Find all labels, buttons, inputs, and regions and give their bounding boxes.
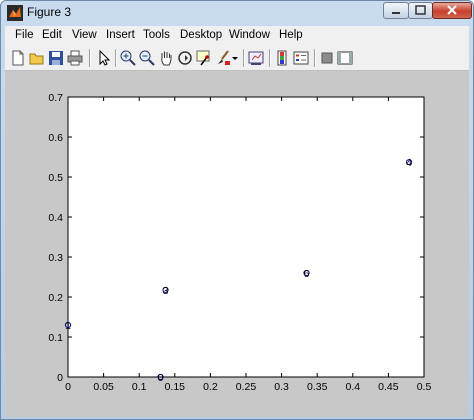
toolbar-separator (243, 49, 244, 67)
y-tick-label: 0 (57, 372, 63, 384)
data-point-label: 4 (406, 157, 412, 169)
hide-plot-tools-icon (321, 52, 333, 64)
data-point-label: 6 (304, 268, 310, 280)
print-button[interactable] (66, 49, 84, 67)
insert-legend-icon (293, 51, 309, 65)
data-point-label: 3 (163, 285, 169, 297)
new-figure-button[interactable] (9, 49, 27, 67)
edit-plot-arrow-icon (99, 49, 111, 66)
insert-colorbar-button[interactable] (273, 49, 291, 67)
data-point-label: 1 (65, 320, 71, 332)
matlab-logo-icon (7, 5, 23, 21)
figure-window: Figure 3 File Edit View Insert Tools Des… (0, 0, 474, 420)
data-point-label: 0 (158, 372, 164, 384)
x-tick-label: 0.3 (274, 381, 289, 393)
insert-legend-button[interactable] (292, 49, 310, 67)
window-title: Figure 3 (27, 5, 72, 19)
menu-edit[interactable]: Edit (42, 29, 62, 41)
zoom-out-button[interactable] (138, 49, 156, 67)
data-cursor-icon (196, 50, 210, 66)
axes-area[interactable] (67, 96, 425, 378)
zoom-out-icon (139, 50, 155, 66)
y-tick-label: 0.4 (48, 212, 63, 224)
close-icon (447, 5, 457, 15)
scatter-plot[interactable]: 0 0.05 0.1 0.15 0.2 0.25 0.3 0.35 0.4 0.45 0.5 0 0.1… (5, 71, 469, 417)
maximize-icon (415, 5, 426, 15)
new-figure-icon (12, 50, 24, 66)
menu-file[interactable]: File (15, 29, 34, 41)
x-tick-label: 0.15 (165, 381, 186, 393)
title-bar[interactable]: Figure 3 (1, 1, 473, 25)
close-button[interactable] (432, 2, 472, 19)
figure-canvas: 0 0.05 0.1 0.15 0.2 0.25 0.3 0.35 0.4 0.45 0.5 0 0.1… (5, 71, 469, 417)
toolbar-separator (269, 49, 270, 67)
figure-toolbar (5, 46, 469, 71)
open-file-icon (29, 53, 44, 65)
toolbar-separator (89, 49, 90, 67)
pan-button[interactable] (157, 49, 175, 67)
y-tick-label: 0.3 (48, 252, 63, 264)
x-tick-label: 0.35 (307, 381, 328, 393)
x-tick-label: 0.1 (132, 381, 147, 393)
show-plot-tools-icon (337, 51, 353, 65)
insert-colorbar-icon (277, 50, 287, 66)
y-tick-label: 0.1 (48, 332, 63, 344)
brush-icon (218, 50, 230, 65)
minimize-button[interactable] (383, 2, 409, 19)
edit-plot-button[interactable] (94, 49, 112, 67)
save-button[interactable] (47, 49, 65, 67)
save-icon (49, 51, 63, 65)
x-tick-label: 0.05 (93, 381, 114, 393)
toolbar-separator (314, 49, 315, 67)
menu-desktop[interactable]: Desktop (180, 29, 222, 41)
y-tick-label: 0.5 (48, 172, 63, 184)
link-plot-button[interactable] (247, 49, 265, 67)
brush-dropdown-icon (232, 57, 238, 60)
pan-hand-icon (161, 51, 172, 66)
menu-window[interactable]: Window (229, 29, 270, 41)
menu-view[interactable]: View (72, 29, 97, 41)
x-tick-label: 0 (65, 381, 71, 393)
maximize-button[interactable] (408, 2, 433, 19)
x-tick-label: 0.2 (203, 381, 218, 393)
brush-button[interactable] (214, 49, 232, 67)
link-plot-icon (248, 51, 264, 65)
rotate-3d-button[interactable] (176, 49, 194, 67)
brush-dropdown-button[interactable] (231, 49, 239, 67)
menu-bar: File Edit View Insert Tools Desktop Wind… (5, 26, 469, 46)
show-plot-tools-button[interactable] (336, 49, 354, 67)
open-file-button[interactable] (28, 49, 46, 67)
x-tick-label: 0.5 (417, 381, 432, 393)
x-tick-label: 0.45 (378, 381, 399, 393)
x-tick-label: 0.25 (236, 381, 257, 393)
zoom-in-button[interactable] (119, 49, 137, 67)
print-icon (67, 50, 83, 66)
minimize-icon (392, 12, 400, 14)
menu-help[interactable]: Help (279, 29, 303, 41)
y-tick-label: 0.7 (48, 92, 63, 104)
zoom-in-icon (120, 50, 136, 66)
toolbar-separator (115, 49, 116, 67)
rotate-3d-icon (178, 51, 192, 65)
y-tick-label: 0.6 (48, 132, 63, 144)
hide-plot-tools-button[interactable] (318, 49, 336, 67)
data-cursor-button[interactable] (195, 49, 213, 67)
menu-insert[interactable]: Insert (106, 29, 135, 41)
x-tick-label: 0.4 (345, 381, 360, 393)
menu-tools[interactable]: Tools (143, 29, 170, 41)
y-tick-label: 0.2 (48, 292, 63, 304)
